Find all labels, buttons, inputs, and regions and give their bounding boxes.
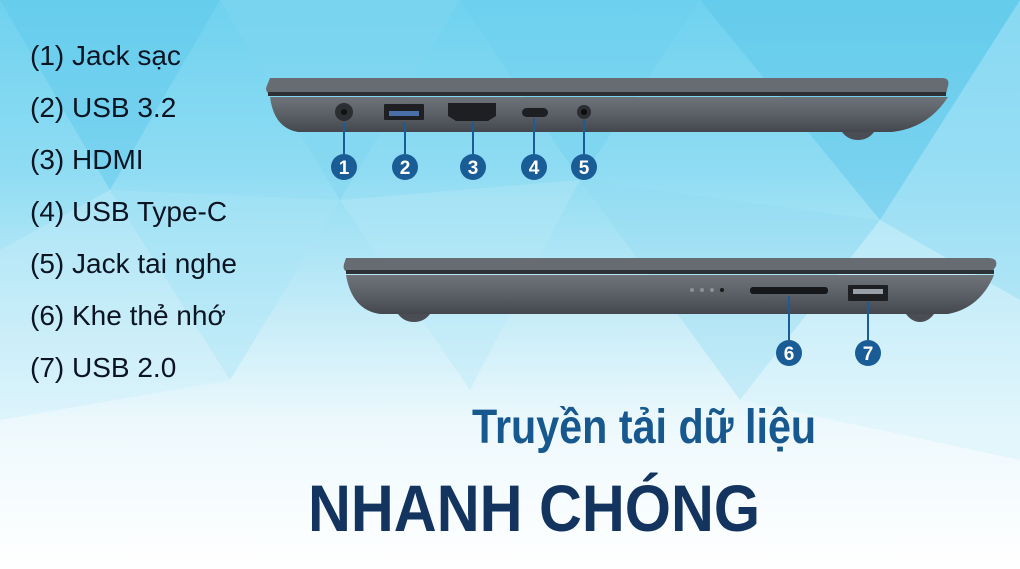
port-marker: 2 — [392, 154, 418, 180]
port-marker: 6 — [776, 340, 802, 366]
port-marker: 3 — [460, 154, 486, 180]
subheadline: NHANH CHÓNG — [308, 471, 761, 545]
laptop-foot — [842, 132, 874, 140]
led-indicator — [700, 288, 704, 292]
svg-text:5: 5 — [579, 158, 590, 179]
laptop-right-side: 6 7 — [343, 258, 997, 366]
port-legend-item: (2) USB 3.2 — [30, 92, 177, 123]
svg-text:2: 2 — [400, 158, 411, 179]
laptop-left-side: 1 2 3 4 5 — [266, 78, 949, 180]
port-legend-item: (4) USB Type-C — [30, 196, 228, 227]
laptop-hinge-line — [346, 270, 994, 274]
laptop-foot — [906, 314, 934, 322]
svg-text:7: 7 — [863, 344, 874, 365]
port-marker: 1 — [331, 154, 357, 180]
svg-text:6: 6 — [784, 344, 795, 365]
memory-card-slot — [750, 287, 828, 294]
port-legend: (1) Jack sạc (2) USB 3.2 (3) HDMI (4) US… — [30, 30, 237, 394]
svg-text:3: 3 — [468, 158, 479, 179]
port-legend-item: (3) HDMI — [30, 144, 144, 175]
svg-text:4: 4 — [529, 158, 540, 179]
laptop-hinge-line — [268, 92, 946, 96]
laptop-base — [270, 97, 948, 132]
headline: Truyền tải dữ liệu — [472, 401, 817, 454]
svg-text:1: 1 — [339, 158, 350, 179]
audio-jack-hole — [581, 109, 587, 115]
laptop-foot — [398, 314, 430, 322]
led-indicator — [720, 288, 724, 292]
usb-3-port-tongue — [389, 111, 419, 116]
laptop-lid — [266, 78, 949, 94]
hdmi-port — [448, 103, 496, 121]
led-indicator — [710, 288, 714, 292]
port-legend-item: (6) Khe thẻ nhớ — [30, 300, 226, 331]
led-indicator — [690, 288, 694, 292]
port-marker: 4 — [521, 154, 547, 180]
port-legend-item: (7) USB 2.0 — [30, 352, 177, 383]
port-legend-item: (5) Jack tai nghe — [30, 248, 237, 279]
port-legend-item: (1) Jack sạc — [30, 40, 181, 71]
usb-2-port-tongue — [853, 289, 883, 294]
laptop-lid — [343, 258, 997, 272]
power-port-pin — [341, 109, 347, 115]
port-marker: 7 — [855, 340, 881, 366]
laptop-base — [346, 275, 994, 314]
usb-c-port — [522, 108, 548, 117]
port-marker: 5 — [571, 154, 597, 180]
